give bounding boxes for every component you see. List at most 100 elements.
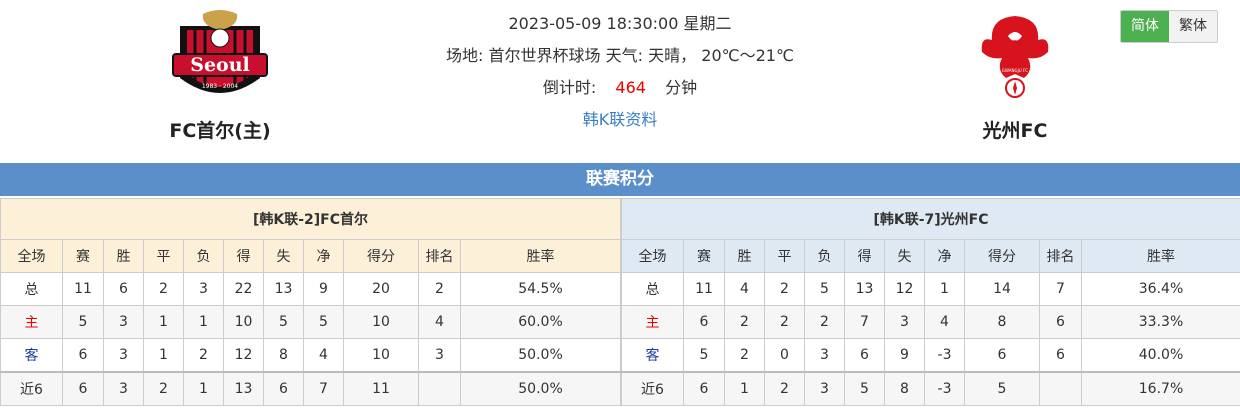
traditional-chinese-button[interactable]: 繁体 <box>1169 11 1217 42</box>
table-cell: 20 <box>343 272 419 306</box>
col-header: 胜率 <box>1080 239 1240 273</box>
table-cell: 2 <box>764 371 805 406</box>
fc-seoul-logo-icon[interactable]: Seoul 1983 · 2004 <box>165 8 275 108</box>
col-header: 得 <box>844 239 885 273</box>
table-cell: -3 <box>924 371 965 406</box>
svg-text:Seoul: Seoul <box>190 54 250 76</box>
countdown-row: 倒计时: 464 分钟 <box>400 76 840 108</box>
table-cell: 1 <box>143 305 184 339</box>
table-cell: 2 <box>764 305 805 339</box>
col-header: 全场 <box>0 239 63 273</box>
col-header: 失 <box>884 239 925 273</box>
table-cell: 36.4% <box>1080 272 1240 306</box>
table-cell: 2 <box>143 371 184 406</box>
table-cell: 2 <box>724 305 765 339</box>
table-cell: 4 <box>303 338 344 373</box>
table-cell: 7 <box>303 371 344 406</box>
table-cell: 11 <box>683 272 725 306</box>
col-header: 失 <box>263 239 304 273</box>
away-team: GWANGJU FC 光州FC <box>935 8 1095 143</box>
table-cell: 2 <box>724 338 765 373</box>
table-cell: 3 <box>103 371 144 406</box>
table-cell: 3 <box>183 272 224 306</box>
table-cell: 2 <box>804 305 845 339</box>
table-row: 总 11 6 2 3 22 13 9 20 2 54.5% <box>0 272 622 306</box>
table-cell: 4 <box>418 305 461 339</box>
simplified-chinese-button[interactable]: 简体 <box>1121 11 1169 42</box>
language-switch: 简体 繁体 <box>1120 10 1218 43</box>
league-info-row: 韩K联资料 <box>400 108 840 140</box>
table-cell: 6 <box>263 371 304 406</box>
table-cell: 8 <box>884 371 925 406</box>
countdown-label: 倒计时: <box>542 78 597 97</box>
weather-label: 天气: <box>605 46 644 65</box>
table-cell: 7 <box>1039 272 1082 306</box>
venue-value: 首尔世界杯球场 <box>488 46 601 65</box>
col-header: 胜率 <box>459 239 622 273</box>
table-cell <box>1039 371 1082 406</box>
table-cell: 12 <box>223 338 264 373</box>
home-team-name[interactable]: FC首尔(主) <box>140 116 300 143</box>
table-cell: 50.0% <box>459 371 622 406</box>
table-cell: 2 <box>183 338 224 373</box>
svg-text:1983 · 2004: 1983 · 2004 <box>202 83 238 90</box>
table-cell: 1 <box>183 371 224 406</box>
match-info: 2023-05-09 18:30:00 星期二 场地: 首尔世界杯球场 天气: … <box>400 12 840 140</box>
table-cell: 5 <box>62 305 104 339</box>
table-cell: 2 <box>418 272 461 306</box>
table-cell: 13 <box>263 272 304 306</box>
table-cell: 6 <box>964 338 1040 373</box>
table-cell: 9 <box>884 338 925 373</box>
table-cell: 6 <box>683 371 725 406</box>
table-cell: 6 <box>103 272 144 306</box>
col-header: 净 <box>303 239 344 273</box>
table-cell: 2 <box>764 272 805 306</box>
table-cell: 8 <box>263 338 304 373</box>
table-cell: 3 <box>418 338 461 373</box>
table-cell: 5 <box>804 272 845 306</box>
table-cell: 4 <box>924 305 965 339</box>
away-table-caption: [韩K联-7]光州FC <box>620 198 1240 240</box>
table-cell: 6 <box>844 338 885 373</box>
table-cell: 1 <box>924 272 965 306</box>
table-row: 客 5 2 0 3 6 9 -3 6 6 40.0% <box>621 338 1240 373</box>
table-cell: 10 <box>343 338 419 373</box>
table-cell: 近6 <box>621 371 684 406</box>
table-row: 主 6 2 2 2 7 3 4 8 6 33.3% <box>621 305 1240 339</box>
table-cell: 22 <box>223 272 264 306</box>
col-header: 赛 <box>683 239 725 273</box>
table-header-row: 全场 赛 胜 平 负 得 失 净 得分 排名 胜率 <box>621 239 1240 273</box>
standings-section-title: 联赛积分 <box>0 163 1240 196</box>
table-cell: 3 <box>884 305 925 339</box>
table-cell: 13 <box>844 272 885 306</box>
table-cell: 13 <box>223 371 264 406</box>
table-cell: 3 <box>804 338 845 373</box>
svg-text:GWANGJU FC: GWANGJU FC <box>1002 68 1028 73</box>
table-cell: 40.0% <box>1080 338 1240 373</box>
col-header: 平 <box>764 239 805 273</box>
away-standings-table: [韩K联-7]光州FC 全场 赛 胜 平 负 得 失 净 得分 排名 胜率 总 … <box>620 198 1240 406</box>
temperature-value: 20℃～21℃ <box>701 46 794 65</box>
col-header: 负 <box>183 239 224 273</box>
col-header: 赛 <box>62 239 104 273</box>
table-cell: 3 <box>103 338 144 373</box>
table-cell: 5 <box>964 371 1040 406</box>
table-cell: 33.3% <box>1080 305 1240 339</box>
table-cell: 12 <box>884 272 925 306</box>
table-cell: 5 <box>683 338 725 373</box>
table-cell: 10 <box>223 305 264 339</box>
gwangju-fc-logo-icon[interactable]: GWANGJU FC <box>960 8 1070 108</box>
table-cell: -3 <box>924 338 965 373</box>
table-cell: 11 <box>62 272 104 306</box>
table-cell: 6 <box>683 305 725 339</box>
col-header: 排名 <box>418 239 461 273</box>
table-cell: 6 <box>62 338 104 373</box>
venue-label: 场地: <box>446 46 484 65</box>
table-cell: 客 <box>0 338 63 373</box>
table-cell: 5 <box>303 305 344 339</box>
table-cell: 16.7% <box>1080 371 1240 406</box>
away-team-name[interactable]: 光州FC <box>935 116 1095 143</box>
table-cell: 9 <box>303 272 344 306</box>
league-info-link[interactable]: 韩K联资料 <box>583 110 658 129</box>
table-row: 总 11 4 2 5 13 12 1 14 7 36.4% <box>621 272 1240 306</box>
